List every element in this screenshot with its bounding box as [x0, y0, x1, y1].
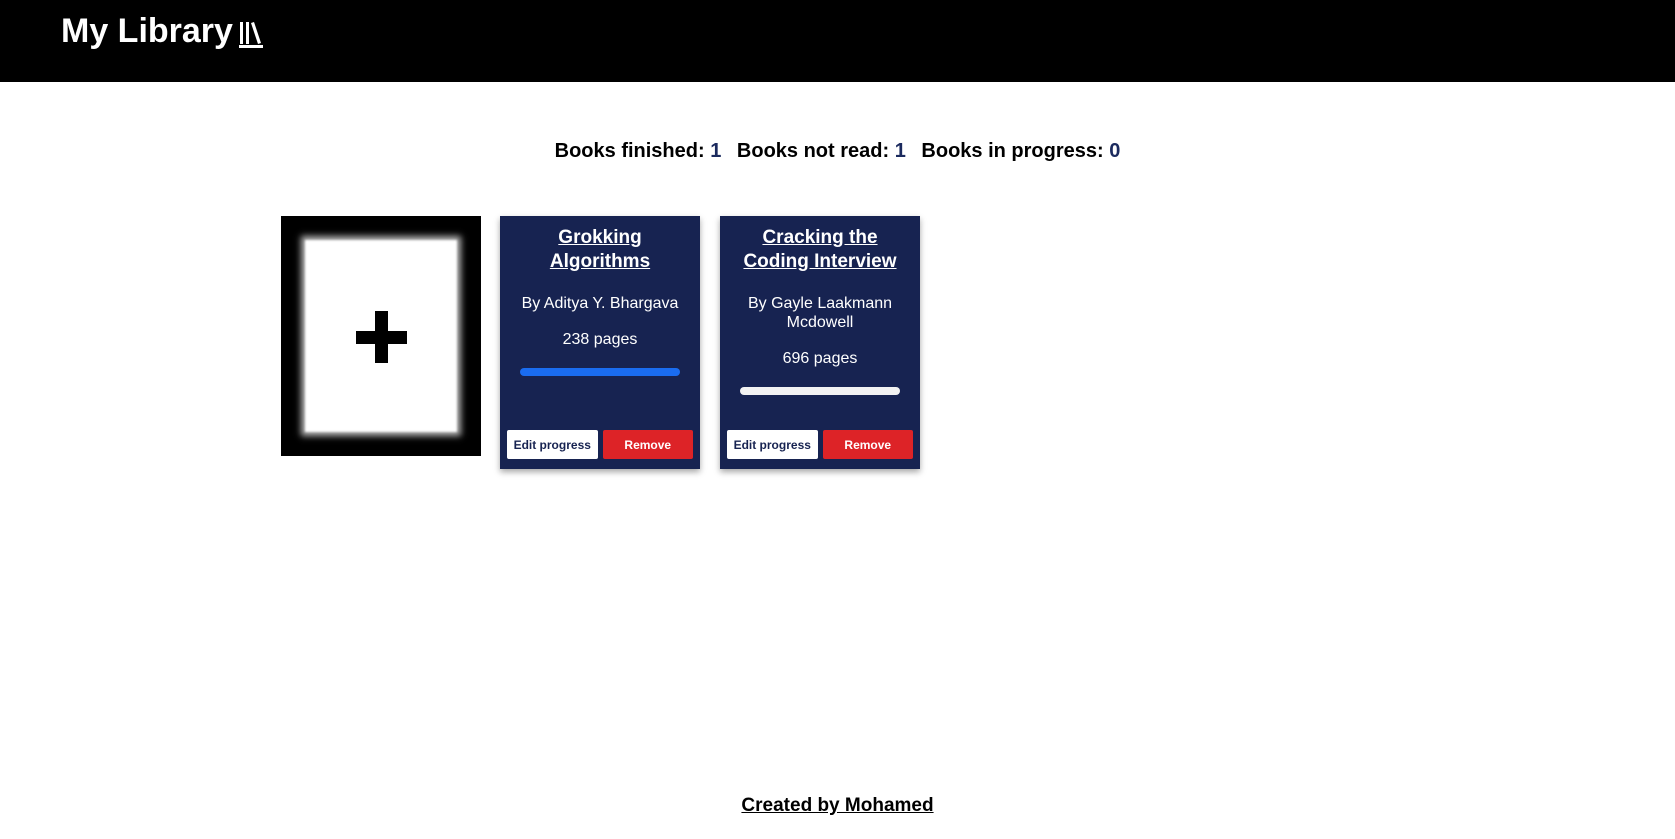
stat-not-read-count: 1	[894, 140, 906, 162]
stat-finished: Books finished: 1	[555, 140, 727, 162]
library-books-icon	[238, 19, 265, 49]
card-actions: Edit progress Remove	[727, 430, 913, 459]
stat-in-progress: Books in progress: 0	[921, 140, 1120, 162]
plus-icon	[281, 216, 481, 456]
author-credit-link[interactable]: Created by Mohamed	[741, 795, 933, 816]
edit-progress-button[interactable]: Edit progress	[727, 430, 818, 459]
app-header: My Library	[0, 0, 1675, 82]
app-title-text: My Library	[61, 12, 233, 50]
reading-progress-bar	[520, 368, 680, 376]
book-pages: 238 pages	[562, 331, 638, 348]
book-author: By Gayle Laakmann Mcdowell	[747, 295, 893, 331]
book-card: Cracking the Coding Interview By Gayle L…	[720, 216, 920, 469]
stat-finished-label: Books finished:	[554, 140, 705, 162]
stat-not-read-label: Books not read:	[736, 140, 890, 162]
remove-book-button[interactable]: Remove	[822, 430, 913, 459]
reading-stats: Books finished: 1 Books not read: 1 Book…	[0, 140, 1675, 163]
edit-progress-button[interactable]: Edit progress	[507, 430, 598, 459]
book-card: Grokking Algorithms By Aditya Y. Bhargav…	[500, 216, 700, 469]
stat-in-progress-label: Books in progress:	[921, 140, 1104, 162]
book-pages: 696 pages	[782, 350, 858, 367]
reading-progress-fill	[520, 368, 680, 376]
stat-finished-count: 1	[710, 140, 722, 162]
card-actions: Edit progress Remove	[507, 430, 693, 459]
app-title: My Library	[61, 12, 265, 51]
add-book-button[interactable]	[281, 216, 481, 456]
stat-in-progress-count: 0	[1109, 140, 1121, 162]
page-footer: Created by Mohamed	[0, 795, 1675, 817]
stat-not-read: Books not read: 1	[737, 140, 912, 162]
book-author: By Aditya Y. Bhargava	[521, 295, 679, 312]
book-title-link[interactable]: Cracking the Coding Interview	[734, 226, 906, 274]
remove-book-button[interactable]: Remove	[602, 430, 693, 459]
reading-progress-bar	[740, 387, 900, 395]
book-title-link[interactable]: Grokking Algorithms	[514, 226, 686, 274]
